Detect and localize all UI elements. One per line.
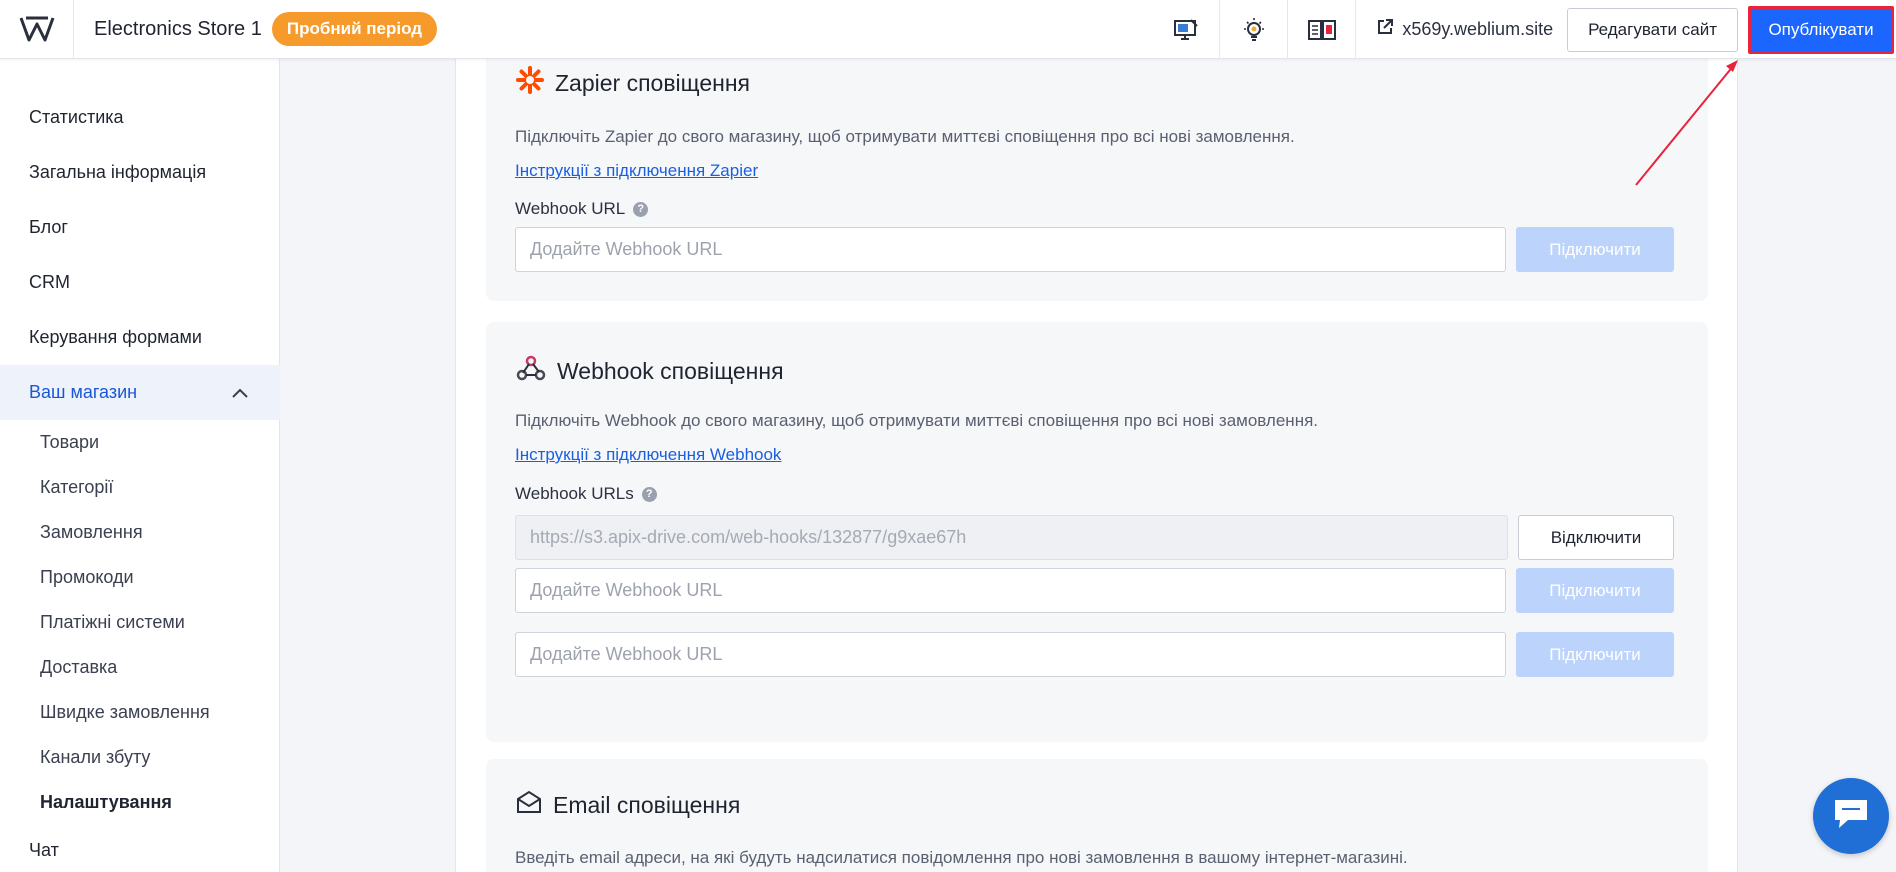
- sidebar-item-label: CRM: [29, 272, 70, 292]
- zapier-webhook-input[interactable]: [515, 227, 1506, 272]
- webhook-urls-label: Webhook URLs ?: [515, 484, 657, 504]
- sidebar-sub-label: Доставка: [40, 657, 118, 677]
- external-link-icon: [1376, 18, 1394, 41]
- sidebar-item-label: Статистика: [29, 107, 124, 127]
- sidebar-sub-label: Замовлення: [40, 522, 143, 542]
- zapier-webhook-label: Webhook URL ?: [515, 199, 649, 219]
- settings-content: Zapier сповіщення Підключіть Zapier до с…: [455, 59, 1738, 872]
- webhook-description: Підключіть Webhook до свого магазину, що…: [515, 411, 1319, 430]
- zapier-connect-button[interactable]: Підключити: [1516, 227, 1674, 272]
- webhook-url-input-2[interactable]: [515, 632, 1506, 677]
- webhook-title-text: Webhook сповіщення: [557, 357, 784, 384]
- sidebar-sub-label: Канали збуту: [40, 747, 151, 767]
- sidebar-sub-orders[interactable]: Замовлення: [0, 510, 280, 555]
- webhook-connect-button-2[interactable]: Підключити: [1516, 632, 1674, 677]
- chat-icon: [1832, 797, 1870, 836]
- site-name: Electronics Store 1: [94, 17, 262, 40]
- sidebar-item-label: Керування формами: [29, 327, 202, 347]
- sidebar-sub-label: Категорії: [40, 477, 114, 497]
- sidebar-item-forms[interactable]: Керування формами: [0, 310, 280, 365]
- site-link-label: x569y.weblium.site: [1402, 19, 1554, 39]
- sidebar-sub-label: Промокоди: [40, 567, 134, 587]
- weblium-logo-icon[interactable]: [0, 0, 74, 59]
- webhook-card: Webhook сповіщення Підключіть Webhook до…: [486, 322, 1708, 742]
- zapier-card: Zapier сповіщення Підключіть Zapier до с…: [486, 59, 1708, 301]
- sidebar-sub-quick-order[interactable]: Швидке замовлення: [0, 690, 280, 735]
- book-icon[interactable]: [1288, 0, 1357, 59]
- zapier-description: Підключіть Zapier до свого магазину, щоб…: [515, 127, 1295, 146]
- edit-site-button[interactable]: Редагувати сайт: [1567, 7, 1738, 52]
- top-bar: Electronics Store 1 Пробний період x569y…: [0, 0, 1896, 59]
- sidebar-sub-label: Швидке замовлення: [40, 702, 210, 722]
- sidebar-sub-delivery[interactable]: Доставка: [0, 645, 280, 690]
- webhook-instructions-link[interactable]: Інструкції з підключення Webhook: [515, 445, 781, 465]
- sidebar-sub-sales-channels[interactable]: Канали збуту: [0, 735, 280, 780]
- email-description: Введіть email адреси, на які будуть надс…: [515, 848, 1408, 867]
- webhook-icon: [515, 352, 547, 390]
- sidebar-sub-label: Налаштування: [40, 792, 172, 812]
- zapier-icon: [515, 65, 545, 101]
- webhook-url-input-1[interactable]: [515, 568, 1506, 613]
- email-title: Email сповіщення: [515, 789, 740, 821]
- sidebar-item-crm[interactable]: CRM: [0, 255, 280, 310]
- help-icon[interactable]: ?: [641, 486, 657, 502]
- help-icon[interactable]: ?: [633, 201, 649, 217]
- sidebar-item-label: Ваш магазин: [29, 382, 138, 402]
- monitor-edit-icon[interactable]: [1152, 0, 1221, 59]
- sidebar-sub-categories[interactable]: Категорії: [0, 465, 280, 510]
- email-title-text: Email сповіщення: [553, 791, 741, 818]
- sidebar-item-general-info[interactable]: Загальна інформація: [0, 145, 280, 200]
- zapier-title: Zapier сповіщення: [515, 65, 750, 101]
- zapier-title-text: Zapier сповіщення: [555, 69, 750, 96]
- email-card: Email сповіщення Введіть email адреси, н…: [486, 759, 1708, 872]
- sidebar-item-label: Блог: [29, 217, 68, 237]
- sidebar-item-label: Чат: [29, 839, 59, 860]
- sidebar-sub-payments[interactable]: Платіжні системи: [0, 600, 280, 645]
- chat-widget-button[interactable]: [1813, 778, 1889, 854]
- field-label-text: Webhook URL: [515, 199, 626, 218]
- zapier-instructions-link[interactable]: Інструкції з підключення Zapier: [515, 161, 758, 181]
- site-link[interactable]: x569y.weblium.site: [1356, 18, 1567, 41]
- connected-webhook-url: [515, 515, 1508, 560]
- sidebar-item-blog[interactable]: Блог: [0, 200, 280, 255]
- webhook-title: Webhook сповіщення: [515, 352, 784, 390]
- sidebar-item-label: Загальна інформація: [29, 162, 207, 182]
- envelope-icon: [515, 789, 543, 821]
- webhook-disconnect-button[interactable]: Відключити: [1518, 515, 1674, 560]
- chevron-up-icon: [232, 382, 248, 403]
- sidebar-sub-promocodes[interactable]: Промокоди: [0, 555, 280, 600]
- sidebar-menu: Статистика Загальна інформація Блог CRM …: [0, 90, 280, 872]
- publish-button[interactable]: Опублікувати: [1748, 5, 1894, 54]
- sidebar-sub-label: Товари: [40, 432, 100, 452]
- sidebar-item-chat[interactable]: Чат: [0, 825, 280, 872]
- sidebar-sub-products[interactable]: Товари: [0, 420, 280, 465]
- trial-badge[interactable]: Пробний період: [271, 12, 438, 46]
- webhook-connect-button-1[interactable]: Підключити: [1516, 568, 1674, 613]
- sidebar-sub-settings[interactable]: Налаштування: [0, 780, 280, 825]
- lightbulb-icon[interactable]: [1220, 0, 1289, 59]
- sidebar-sub-label: Платіжні системи: [40, 612, 185, 632]
- sidebar-item-your-store[interactable]: Ваш магазин: [0, 365, 280, 420]
- field-label-text: Webhook URLs: [515, 484, 634, 503]
- sidebar-item-statistics[interactable]: Статистика: [0, 90, 280, 145]
